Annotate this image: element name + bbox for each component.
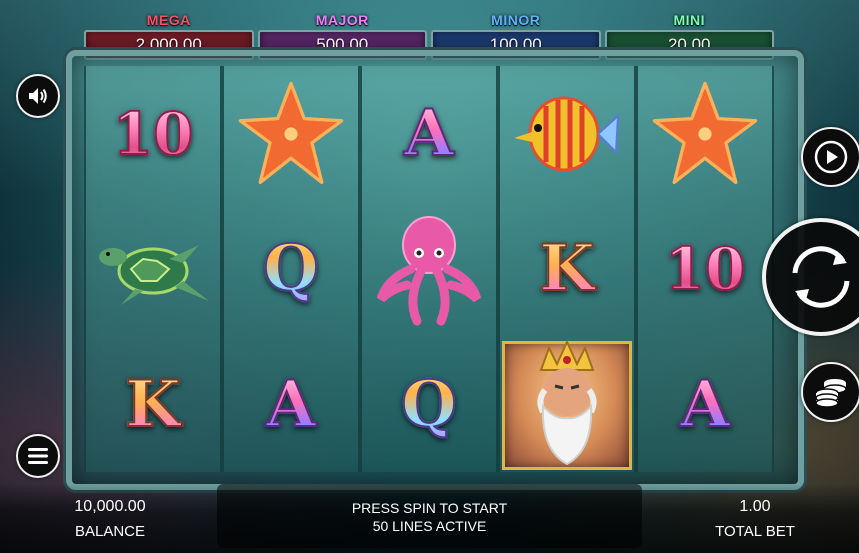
symbol-cell [638, 66, 772, 201]
menu-button[interactable] [16, 434, 60, 478]
reel-3: A Q [360, 66, 498, 472]
symbol-ten: 10 [664, 234, 747, 304]
poseidon-icon [537, 340, 597, 466]
total-bet-label: TOTAL BET [715, 523, 795, 540]
symbol-cell: 10 [638, 201, 772, 336]
fish-icon [514, 96, 620, 172]
symbol-ace: A [265, 366, 317, 443]
reel-4: K [498, 66, 636, 472]
symbol-cell: Q [224, 201, 358, 336]
octopus-icon [376, 215, 482, 326]
reel-2: Q A [222, 66, 360, 472]
symbol-ten: 10 [112, 99, 195, 169]
symbol-cell [500, 337, 634, 472]
symbol-cell: A [638, 337, 772, 472]
total-bet-value[interactable]: 1.00 [715, 498, 795, 516]
symbol-cell [362, 201, 496, 336]
play-icon [814, 140, 848, 174]
message-panel [217, 484, 642, 548]
symbol-queen: Q [262, 230, 320, 307]
symbol-ace: A [403, 95, 455, 172]
autoplay-button[interactable] [801, 127, 859, 187]
reel-1: 10 K [84, 66, 222, 472]
reel-5: 10 A [636, 66, 774, 472]
symbol-cell: 10 [86, 66, 220, 201]
symbol-ace: A [679, 366, 731, 443]
reels-grid: 10 K Q A A Q K 10 A [84, 66, 774, 472]
symbol-queen: Q [400, 366, 458, 443]
symbol-cell: K [500, 201, 634, 336]
symbol-cell: A [224, 337, 358, 472]
symbol-cell [500, 66, 634, 201]
spin-arrows-icon [792, 246, 850, 308]
symbol-king: K [124, 366, 182, 443]
coins-stack-icon [815, 379, 847, 408]
bet-settings-button[interactable] [801, 362, 859, 422]
symbol-cell [224, 66, 358, 201]
symbol-cell [86, 201, 220, 336]
status-message: PRESS SPIN TO START [351, 500, 508, 516]
symbol-cell: Q [362, 337, 496, 472]
balance-value: 10,000.00 [74, 498, 146, 515]
starfish-icon [652, 81, 758, 184]
hamburger-menu-icon [28, 448, 48, 464]
jackpot-mega-label: MEGA [146, 12, 191, 28]
jackpot-major-label: MAJOR [315, 12, 369, 28]
balance-label: BALANCE [74, 523, 146, 540]
symbol-king: K [538, 230, 596, 307]
turtle-icon [99, 234, 209, 305]
jackpot-mini-label: MINI [673, 12, 706, 28]
starfish-icon [238, 81, 344, 184]
speaker-icon [29, 88, 47, 104]
jackpot-minor-label: MINOR [491, 12, 541, 28]
lines-active-message: 50 LINES ACTIVE [372, 518, 487, 534]
symbol-cell: K [86, 337, 220, 472]
sound-toggle-button[interactable] [16, 74, 60, 118]
symbol-cell: A [362, 66, 496, 201]
